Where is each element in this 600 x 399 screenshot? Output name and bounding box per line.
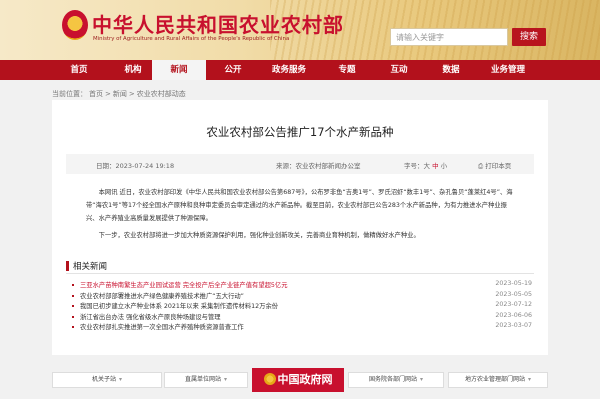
site-header: 中华人民共和国农业农村部 Ministry of Agriculture and… xyxy=(0,0,600,60)
related-news-title: 相关新闻 xyxy=(73,262,108,272)
main-nav: 首页 机构 新闻 公开 政务服务 专题 互动 数据 业务管理 xyxy=(0,60,600,80)
list-item[interactable]: 农业农村部扎实推进第一次全国水产养殖种质资源普查工作 2023-03-07 xyxy=(70,322,532,333)
nav-item-public[interactable]: 公开 xyxy=(206,60,260,80)
related-news-date: 2023-03-07 xyxy=(495,322,532,329)
chevron-down-icon: ▾ xyxy=(528,376,532,383)
site-title[interactable]: 中华人民共和国农业农村部 xyxy=(92,9,344,38)
national-emblem-icon xyxy=(62,10,88,40)
nav-item-interaction[interactable]: 互动 xyxy=(372,60,426,80)
related-news-link[interactable]: 农业农村部部署推进水产绿色健康养殖技术推广“五大行动” xyxy=(80,291,244,300)
related-news-date: 2023-05-19 xyxy=(495,280,532,287)
related-news-link[interactable]: 浙江省出台办法 强化省级水产原良种场建设与管理 xyxy=(80,312,221,321)
search-button[interactable]: 搜索 xyxy=(512,28,546,46)
section-marker xyxy=(66,261,69,271)
select-label: 机关子站 xyxy=(91,376,116,383)
article-paragraph: 本网讯 近日，农业农村部印发《中华人民共和国农业农村部公告第687号》，公布罗非… xyxy=(86,189,513,222)
font-size-label: 字号： xyxy=(404,162,424,170)
breadcrumb-prefix: 当前位置： xyxy=(52,90,87,98)
print-button[interactable]: 打印本页 xyxy=(485,162,511,170)
chevron-down-icon: ▾ xyxy=(224,376,228,383)
footer-links: 机关子站 ▾ 直属单位网站 ▾ 中国政府网 国务院各部门网站 ▾ 地方农业管理部门网站… xyxy=(52,368,548,392)
nav-item-business[interactable]: 业务管理 xyxy=(476,60,540,80)
site-subtitle: Ministry of Agriculture and Rural Affair… xyxy=(93,36,290,42)
bullet-icon xyxy=(72,326,74,328)
print-icon[interactable]: ⎙ xyxy=(478,162,483,170)
gov-portal-link[interactable]: 中国政府网 xyxy=(252,368,344,392)
bullet-icon xyxy=(72,315,74,318)
nav-item-topics[interactable]: 专题 xyxy=(320,60,374,80)
article-title: 农业农村部公告推广17个水产新品种 xyxy=(206,125,394,139)
select-label: 地方农业管理部门网站 xyxy=(464,376,525,383)
select-label: 直属单位网站 xyxy=(184,376,221,383)
date-label: 日期： xyxy=(96,162,116,170)
search-input[interactable]: 请输入关键字 xyxy=(390,28,508,46)
related-news-link[interactable]: 我国已初步建立水产种业体系 2021年以来 采集制作遗传材料12万余份 xyxy=(80,301,278,310)
related-news-link[interactable]: 三亚水产苗种南繁生态产业园试运营 完全投产后全产业链产值有望超5亿元 xyxy=(80,280,288,289)
font-medium-button[interactable]: 中 xyxy=(432,162,439,170)
affiliated-units-select[interactable]: 直属单位网站 ▾ xyxy=(164,372,248,388)
nav-item-data[interactable]: 数据 xyxy=(424,60,478,80)
breadcrumb-news[interactable]: 新闻 xyxy=(113,90,127,98)
national-emblem-icon xyxy=(263,373,276,385)
breadcrumb-current[interactable]: 农业农村部动态 xyxy=(137,90,186,98)
article-source: 农业农村部新闻办公室 xyxy=(295,162,361,170)
gov-portal-label: 中国政府网 xyxy=(277,373,333,386)
local-agri-select[interactable]: 地方农业管理部门网站 ▾ xyxy=(448,372,548,388)
font-large-button[interactable]: 大 xyxy=(424,162,431,170)
related-news-header: 相关新闻 xyxy=(66,258,534,274)
list-item[interactable]: 浙江省出台办法 强化省级水产原良种场建设与管理 2023-06-06 xyxy=(70,312,532,323)
breadcrumb: 当前位置： 首页 > 新闻 > 农业农村部动态 xyxy=(52,89,188,99)
article-date: 2023-07-24 19:18 xyxy=(115,162,175,170)
font-small-button[interactable]: 小 xyxy=(441,162,448,170)
related-news-date: 2023-07-12 xyxy=(495,301,532,308)
nav-item-news[interactable]: 新闻 xyxy=(152,60,206,80)
article-panel: 农业农村部公告推广17个水产新品种 日期：2023-07-24 19:18 来源… xyxy=(52,100,548,355)
state-council-select[interactable]: 国务院各部门网站 ▾ xyxy=(348,372,444,388)
nav-item-services[interactable]: 政务服务 xyxy=(262,60,316,80)
article-paragraph: 下一步，农业农村部将进一步加大种质资源保护利用，强化种业创新攻关，完善商业育种机… xyxy=(98,232,420,239)
source-label: 来源： xyxy=(276,162,296,170)
select-label: 国务院各部门网站 xyxy=(368,376,417,383)
breadcrumb-separator: > xyxy=(105,90,111,98)
related-news-date: 2023-06-06 xyxy=(495,311,532,319)
breadcrumb-separator: > xyxy=(128,90,135,98)
article-meta-bar: 日期：2023-07-24 19:18 来源：农业农村部新闻办公室 字号：大 中… xyxy=(66,154,534,174)
list-item[interactable]: 三亚水产苗种南繁生态产业园试运营 完全投产后全产业链产值有望超5亿元 2023-… xyxy=(70,280,532,291)
breadcrumb-home[interactable]: 首页 xyxy=(89,90,103,98)
list-item[interactable]: 农业农村部部署推进水产绿色健康养殖技术推广“五大行动” 2023-05-05 xyxy=(70,291,532,302)
bullet-icon xyxy=(72,305,74,307)
bullet-icon xyxy=(72,284,74,286)
dept-subsite-select[interactable]: 机关子站 ▾ xyxy=(52,372,162,388)
nav-item-home[interactable]: 首页 xyxy=(52,60,106,80)
list-item[interactable]: 我国已初步建立水产种业体系 2021年以来 采集制作遗传材料12万余份 2023… xyxy=(70,301,532,312)
bullet-icon xyxy=(72,294,74,297)
chevron-down-icon: ▾ xyxy=(119,376,123,383)
related-news-list: 三亚水产苗种南繁生态产业园试运营 完全投产后全产业链产值有望超5亿元 2023-… xyxy=(70,280,532,333)
related-news-date: 2023-05-05 xyxy=(495,290,532,298)
article-body: 本网讯 近日，农业农村部印发《中华人民共和国农业农村部公告第687号》，公布罗非… xyxy=(86,186,516,246)
chevron-down-icon: ▾ xyxy=(420,376,424,383)
related-news-link[interactable]: 农业农村部扎实推进第一次全国水产养殖种质资源普查工作 xyxy=(80,322,244,331)
